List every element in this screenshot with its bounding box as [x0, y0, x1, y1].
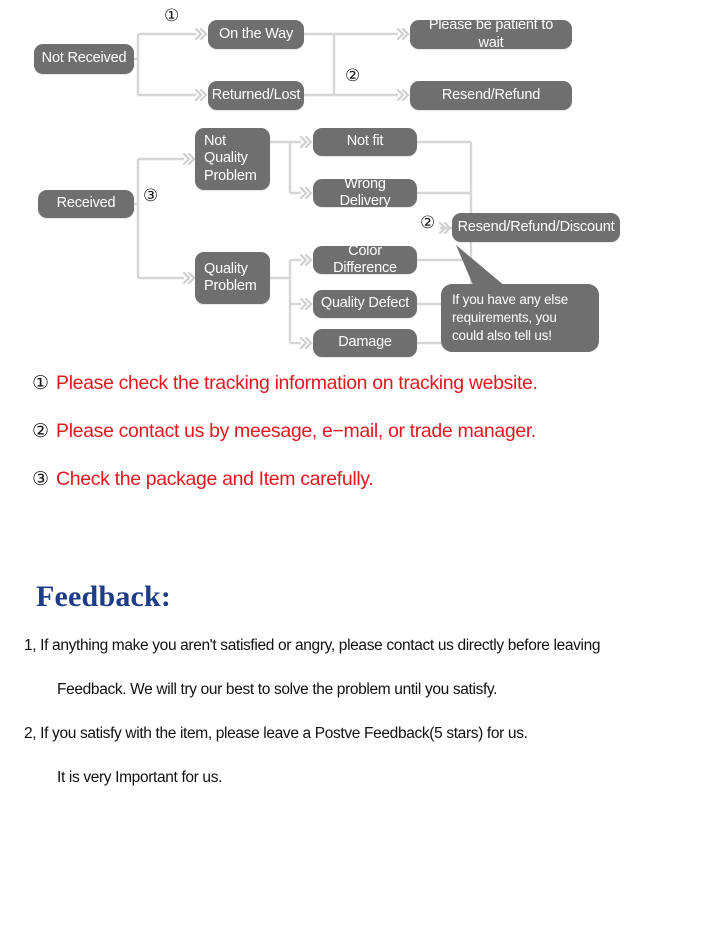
- note-item: ① Please check the tracking information o…: [32, 372, 710, 420]
- flow-node-please-be-patient: Please be patient to wait: [410, 17, 572, 51]
- note-text: Please contact us by meesage, e−mail, or…: [56, 420, 536, 442]
- flow-marker-3-received: ③: [143, 186, 159, 206]
- flow-marker-1-top: ①: [164, 6, 180, 26]
- note-text: Check the package and Item carefully.: [56, 468, 374, 490]
- note-number: ②: [32, 420, 50, 442]
- feedback-line: 1, If anything make you aren't satisfied…: [24, 637, 601, 654]
- feedback-lines: 1, If anything make you aren't satisfied…: [0, 624, 710, 800]
- flow-node-on-the-way: On the Way: [208, 20, 304, 49]
- flow-node-not-received: Not Received: [34, 44, 134, 74]
- extra-requirements-callout: If you have any else requirements, you c…: [441, 284, 599, 352]
- flow-node-returned-lost: Returned/Lost: [208, 81, 304, 110]
- flow-marker-2-mid: ②: [420, 213, 436, 233]
- flow-node-quality-problem: Quality Problem: [195, 252, 270, 304]
- numbered-notes-list: ① Please check the tracking information o…: [0, 372, 710, 516]
- feedback-line: 2, If you satisfy with the item, please …: [24, 725, 528, 742]
- flow-node-received: Received: [38, 190, 134, 218]
- flow-node-not-fit: Not fit: [313, 128, 417, 156]
- flow-node-wrong-delivery: Wrong Delivery: [313, 176, 417, 209]
- flow-node-resend-refund-discount: Resend/Refund/Discount: [452, 213, 620, 242]
- note-number: ③: [32, 468, 50, 490]
- note-text: Please check the tracking information on…: [56, 372, 538, 394]
- feedback-section: Feedback: 1, If anything make you aren't…: [0, 580, 710, 800]
- flow-node-resend-refund: Resend/Refund: [410, 81, 572, 110]
- flowchart-diagram: Not Received On the Way Returned/Lost Pleas…: [0, 0, 710, 370]
- flow-node-quality-defect: Quality Defect: [313, 290, 417, 318]
- note-item: ② Please contact us by meesage, e−mail, o…: [32, 420, 710, 468]
- note-number: ①: [32, 372, 50, 394]
- note-item: ③ Check the package and Item carefully.: [32, 468, 710, 516]
- feedback-line: It is very Important for us.: [57, 769, 223, 786]
- flow-node-color-difference: Color Difference: [313, 243, 417, 276]
- flow-node-damage: Damage: [313, 329, 417, 357]
- feedback-title: Feedback:: [36, 580, 172, 613]
- flow-node-not-quality-problem: Not Quality Problem: [195, 128, 270, 190]
- feedback-line: Feedback. We will try our best to solve …: [57, 681, 498, 698]
- flow-marker-2-top: ②: [345, 66, 361, 86]
